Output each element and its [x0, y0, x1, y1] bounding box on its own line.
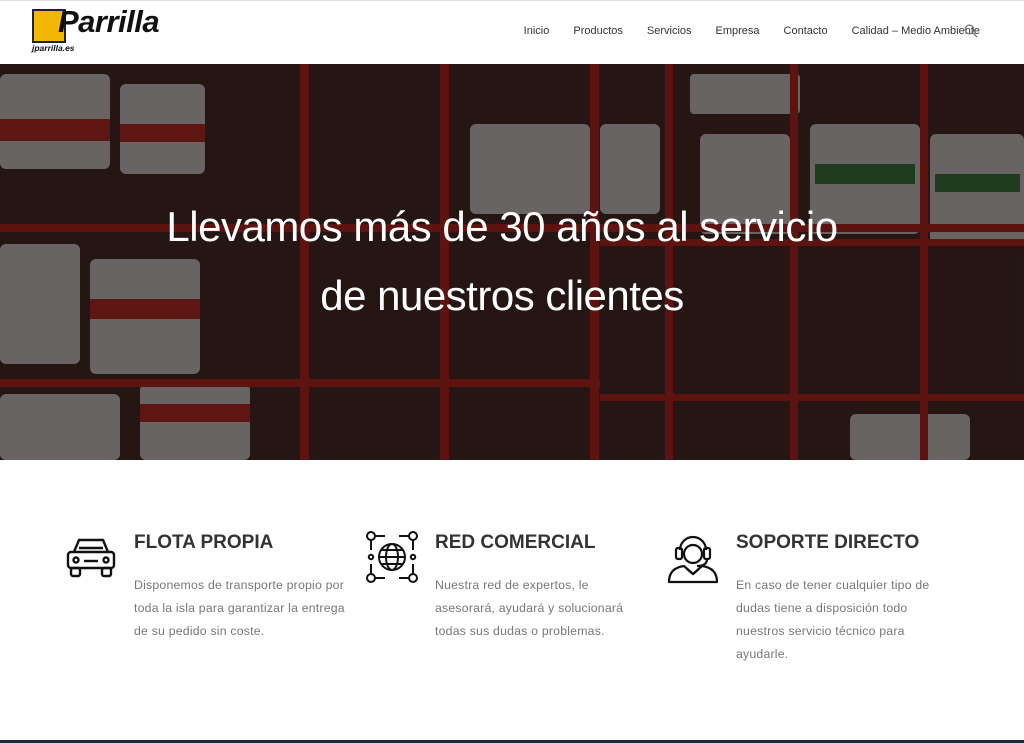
feature-title: FLOTA PROPIA	[134, 532, 274, 553]
network-globe-icon	[366, 531, 418, 583]
logo-domain: jparrilla.es	[32, 43, 75, 53]
feature-title: RED COMERCIAL	[435, 532, 596, 553]
nav-item-empresa[interactable]: Empresa	[716, 25, 760, 37]
hero-heading: Llevamos más de 30 años al servicio de n…	[0, 192, 1004, 330]
features-section: FLOTA PROPIA Disponemos de transporte pr…	[0, 460, 1024, 740]
feature-text: En caso de tener cualquier tipo de dudas…	[736, 578, 930, 661]
hero-banner: Llevamos más de 30 años al servicio de n…	[0, 64, 1024, 460]
site-header: Parrilla jparrilla.es Inicio Productos S…	[0, 0, 1024, 64]
car-icon	[66, 538, 116, 578]
nav-item-contacto[interactable]: Contacto	[784, 25, 828, 37]
logo-wordmark: Parrilla	[58, 4, 160, 39]
nav-item-servicios[interactable]: Servicios	[647, 25, 692, 37]
site-logo[interactable]: Parrilla jparrilla.es	[32, 4, 160, 55]
nav-item-inicio[interactable]: Inicio	[524, 25, 550, 37]
hero-heading-line2: de nuestros clientes	[320, 272, 684, 319]
hero-heading-line1: Llevamos más de 30 años al servicio	[166, 203, 838, 250]
feature-title: SOPORTE DIRECTO	[736, 532, 920, 553]
search-icon[interactable]	[964, 24, 978, 38]
nav-item-calidad[interactable]: Calidad – Medio Ambiente	[852, 25, 980, 37]
headset-support-icon	[667, 535, 719, 584]
main-nav: Inicio Productos Servicios Empresa Conta…	[524, 1, 980, 61]
feature-text: Disponemos de transporte propio por toda…	[134, 578, 345, 638]
nav-item-productos[interactable]: Productos	[573, 25, 623, 37]
feature-text: Nuestra red de expertos, le asesorará, a…	[435, 578, 624, 638]
